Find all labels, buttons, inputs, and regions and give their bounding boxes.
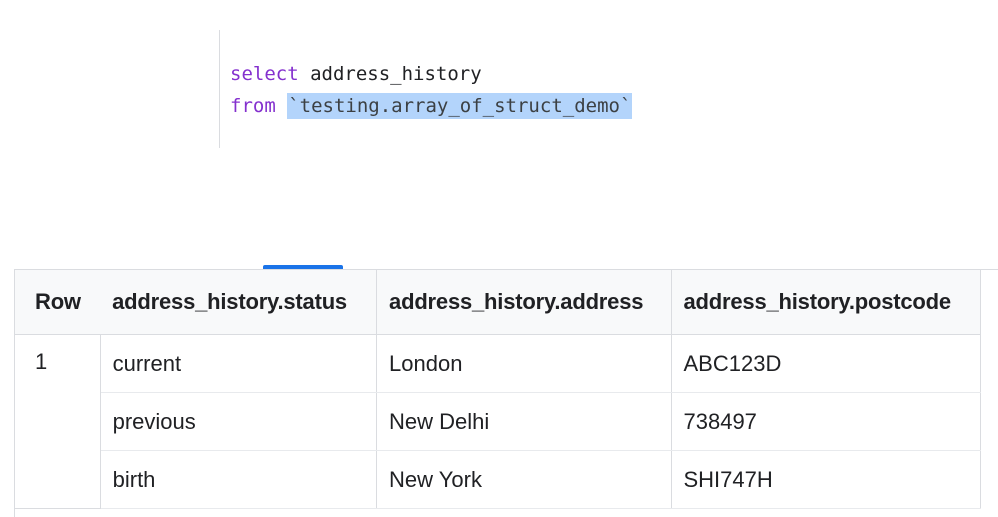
postcode-cell[interactable]: ABC123D <box>671 334 981 393</box>
sql-column-text: address_history <box>298 63 482 85</box>
address-cell[interactable]: New York <box>376 450 672 509</box>
results-table: Row address_history.status address_histo… <box>15 270 981 509</box>
column-header-address[interactable]: address_history.address <box>376 270 672 335</box>
column-header-postcode[interactable]: address_history.postcode <box>671 270 981 335</box>
column-header-row[interactable]: Row <box>15 270 101 335</box>
row-number-cell: 1 <box>15 334 101 509</box>
table-row: birth New York SHI747H <box>15 450 981 509</box>
code-line-1[interactable]: select address_history <box>230 60 482 88</box>
header-row: Row address_history.status address_histo… <box>15 270 981 335</box>
postcode-cell[interactable]: 738497 <box>671 392 981 451</box>
sql-keyword-select: select <box>230 63 299 85</box>
table-row: 1 current London ABC123D <box>15 334 981 509</box>
table-row: previous New Delhi 738497 <box>15 392 981 451</box>
sql-editor[interactable]: select address_history from `testing.arr… <box>219 30 780 148</box>
postcode-cell[interactable]: SHI747H <box>671 450 981 509</box>
sql-keyword-from: from <box>230 95 276 117</box>
column-header-status[interactable]: address_history.status <box>100 270 378 335</box>
results-grid: Row address_history.status address_histo… <box>14 269 998 517</box>
selected-table-name[interactable]: `testing.array_of_struct_demo` <box>287 93 633 119</box>
sql-space <box>276 95 287 117</box>
address-cell[interactable]: New Delhi <box>376 392 672 451</box>
status-cell[interactable]: current <box>100 334 378 393</box>
status-cell[interactable]: previous <box>100 392 378 451</box>
address-cell[interactable]: London <box>376 334 672 393</box>
status-cell[interactable]: birth <box>100 450 378 509</box>
code-line-2[interactable]: from `testing.array_of_struct_demo` <box>230 92 633 120</box>
